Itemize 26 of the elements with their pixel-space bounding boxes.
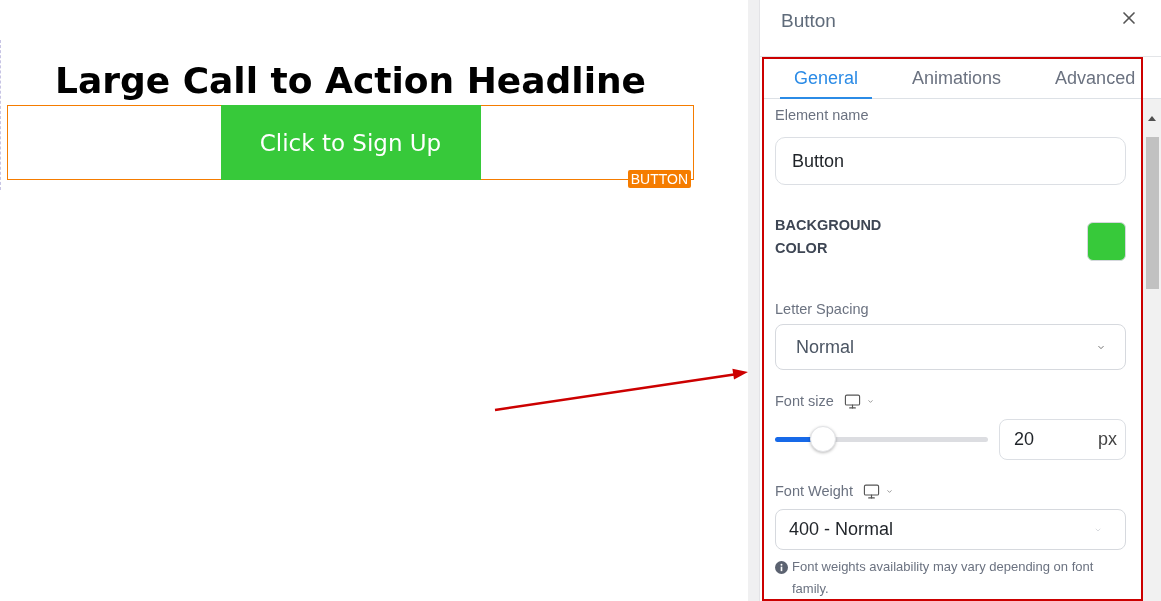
text-input[interactable]: Button [775,137,1126,185]
help-text: Font weights availability may vary depending on font family. [792,558,1095,598]
monitor-icon [861,482,881,500]
slider-thumb[interactable] [809,426,836,452]
monitor-icon [842,392,862,410]
field-label: Font size [775,392,834,410]
element-badge: BUTTON [627,170,691,188]
tab[interactable]: General [780,59,873,99]
device-toggle[interactable] [842,392,876,410]
field-label: BACKGROUND COLOR [775,216,883,258]
unit-label: px [1098,429,1117,450]
scroll-up-icon[interactable] [1148,116,1156,121]
scrollbar[interactable] [1143,99,1161,601]
info-icon [775,561,788,574]
field-label: Letter Spacing [775,300,870,318]
tab[interactable]: Advanced [1041,59,1141,99]
tab[interactable]: Animations [898,59,1016,99]
field-label: Font Weight [775,482,853,500]
headline: Large Call to Action Headline [53,59,648,103]
device-toggle[interactable] [861,482,895,500]
scrollbar-thumb[interactable] [1145,137,1159,289]
select-field[interactable]: Normal [775,324,1126,370]
select-field[interactable]: 400 - Normal [775,509,1126,550]
field-label: Element name [775,106,870,124]
color-swatch-icon[interactable] [1087,222,1126,261]
panel-title: Button [781,10,836,32]
